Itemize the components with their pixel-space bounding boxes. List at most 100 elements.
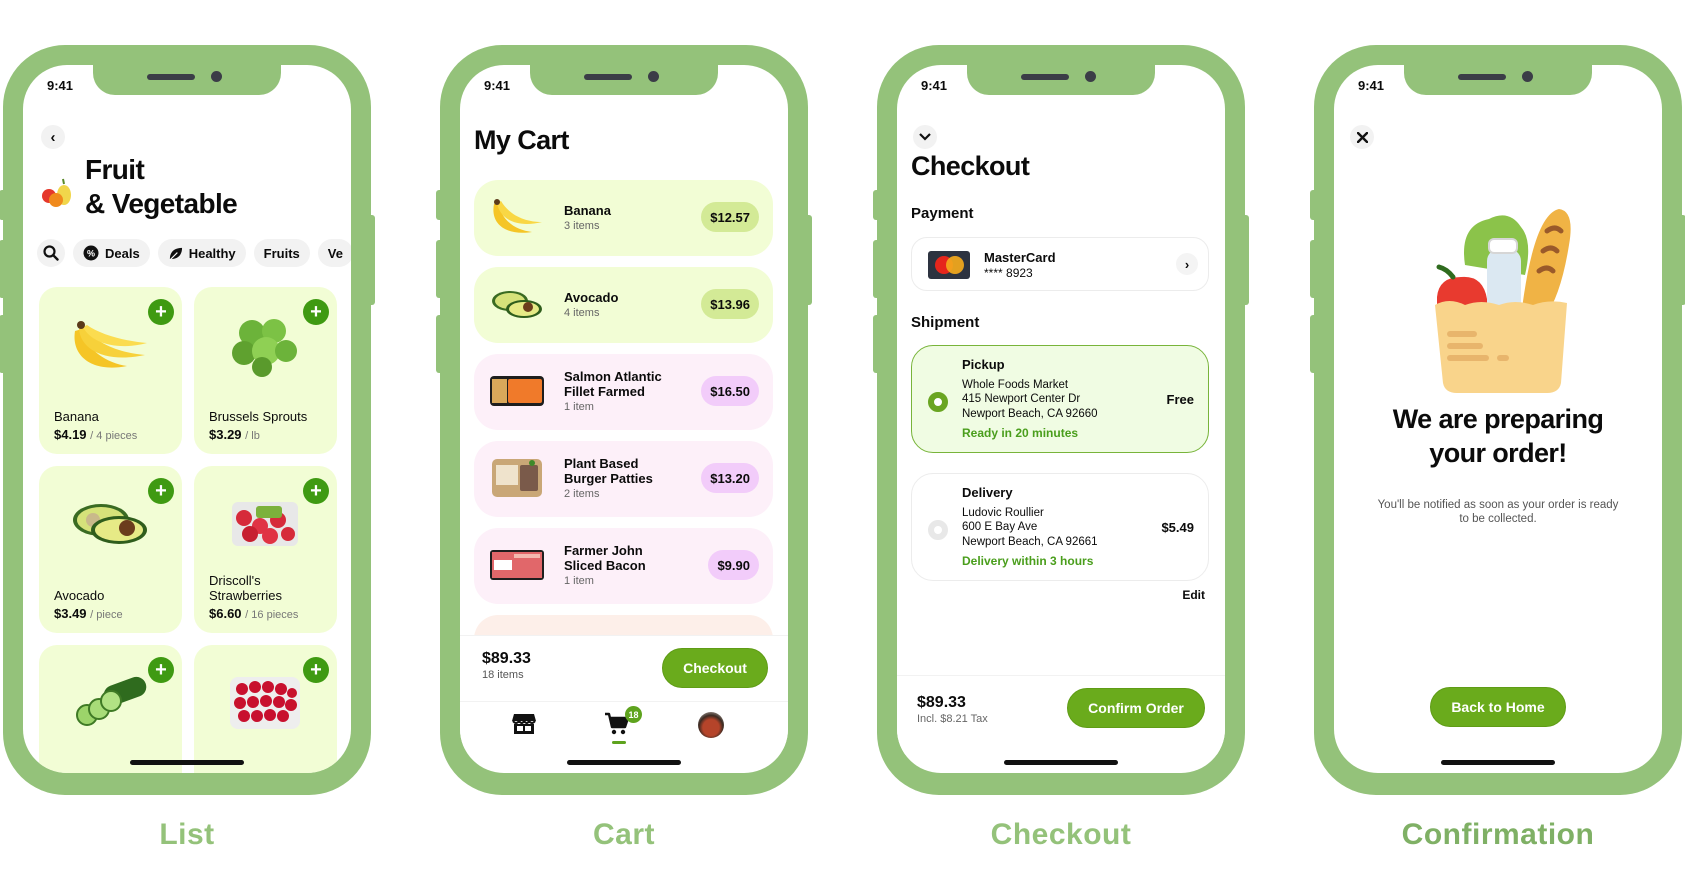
title-line-2: & Vegetable	[85, 188, 238, 219]
back-button[interactable]: ‹	[41, 125, 65, 149]
banana-thumbnail	[493, 199, 542, 233]
status-time: 9:41	[47, 78, 74, 93]
product-card[interactable]: + Avocado $3.49 / piece	[39, 466, 182, 633]
item-price: $16.50	[701, 376, 759, 406]
chip-label: Fruits	[263, 245, 300, 261]
item-qty: 2 items	[564, 488, 600, 500]
status-time: 9:41	[1358, 78, 1385, 93]
dismiss-button[interactable]	[913, 125, 937, 149]
option-line: 600 E Bay Ave	[962, 521, 1038, 533]
caption-cart: Cart	[592, 818, 655, 851]
chip-healthy[interactable]: Healthy	[157, 239, 246, 267]
cart-item[interactable]: Salmon Atlantic Fillet Farmed 1 item $16.…	[474, 354, 773, 430]
fruit-emoji-icon	[42, 178, 71, 207]
item-name: Banana	[564, 202, 611, 218]
product-name: Avocado	[54, 588, 105, 603]
cart-item-count: 18 items	[482, 669, 524, 681]
brussels-sprouts-image	[232, 319, 297, 377]
cart-item[interactable]: Banana 3 items $12.57	[474, 180, 773, 256]
list-screen: 9:41 ‹ Fruit & Vegetable % Deals Healthy…	[23, 65, 351, 773]
confirm-order-button[interactable]: Confirm Order	[1067, 688, 1205, 728]
option-line: 415 Newport Center Dr	[962, 393, 1081, 405]
phone-confirmation: 9:41 We are preparing your order! You'll…	[1310, 45, 1685, 795]
cart-item[interactable]: Farmer John Sliced Bacon 1 item $9.90	[474, 528, 773, 604]
product-price: $3.29 / lb	[209, 427, 260, 442]
product-price: $4.19 / 4 pieces	[54, 427, 138, 442]
status-time: 9:41	[921, 78, 948, 93]
notch	[530, 65, 718, 95]
edit-address-link[interactable]: Edit	[1182, 588, 1205, 602]
option-price: Free	[1166, 392, 1194, 407]
grocery-bag-illustration	[1435, 209, 1571, 393]
home-indicator	[567, 760, 681, 765]
home-indicator	[130, 760, 244, 765]
chevron-down-icon	[919, 133, 931, 141]
item-price: $13.20	[701, 463, 759, 493]
card-name: MasterCard	[984, 250, 1056, 265]
checkout-button[interactable]: Checkout	[662, 648, 768, 688]
page-title: Fruit & Vegetable	[85, 153, 238, 221]
payment-method[interactable]: MasterCard **** 8923 ›	[911, 237, 1209, 291]
chip-fruits[interactable]: Fruits	[253, 239, 310, 267]
order-total: $89.33	[917, 694, 966, 711]
status-time: 9:41	[484, 78, 511, 93]
avocado-thumbnail	[492, 291, 542, 318]
radio-selected[interactable]	[928, 392, 948, 412]
notch	[1404, 65, 1592, 95]
item-price: $12.57	[701, 202, 759, 232]
radio-unselected[interactable]	[928, 520, 948, 540]
notch	[967, 65, 1155, 95]
payment-label: Payment	[911, 205, 974, 222]
phone-cart: 9:41 My Cart Banana 3 items $12.57 Avocad…	[436, 45, 812, 795]
cart-item[interactable]: Avocado 4 items $13.96	[474, 267, 773, 343]
item-price: $13.96	[701, 289, 759, 319]
option-type: Pickup	[962, 357, 1005, 372]
burger-patties-thumbnail	[492, 459, 542, 497]
item-qty: 4 items	[564, 306, 600, 319]
product-name: Banana	[54, 409, 99, 424]
avocado-image	[73, 504, 147, 544]
item-qty: 1 item	[564, 401, 594, 413]
product-price: $6.60 / 16 pieces	[209, 606, 299, 621]
back-to-home-button[interactable]: Back to Home	[1430, 687, 1566, 727]
notch	[93, 65, 281, 95]
tab-cart[interactable]: 18	[604, 706, 642, 744]
phone-list: 9:41 ‹ Fruit & Vegetable % Deals Healthy…	[0, 45, 375, 795]
home-indicator	[1441, 760, 1555, 765]
item-name: Salmon Atlantic Fillet Farmed	[564, 369, 662, 399]
product-card[interactable]: +	[194, 645, 337, 773]
percent-badge-icon: %	[83, 245, 99, 261]
shipment-option-delivery[interactable]: Delivery Ludovic Roullier 600 E Bay Ave …	[911, 473, 1209, 581]
cart-item[interactable]: Plant Based Burger Patties 2 items $13.20	[474, 441, 773, 517]
title-line-1: We are preparing	[1392, 404, 1604, 434]
salmon-thumbnail	[490, 376, 544, 406]
cart-total: $89.33	[482, 650, 531, 667]
cart-screen: 9:41 My Cart Banana 3 items $12.57 Avocad…	[460, 65, 788, 773]
chip-vegetables[interactable]: Ve	[317, 239, 351, 267]
shipment-option-pickup[interactable]: Pickup Whole Foods Market 415 Newport Ce…	[911, 345, 1209, 453]
chevron-left-icon: ‹	[50, 128, 56, 146]
title-line-2: your order!	[1429, 438, 1567, 468]
product-card[interactable]: +	[39, 645, 182, 773]
product-card[interactable]: + Brussels Sprouts $3.29 / lb	[194, 287, 337, 454]
close-button[interactable]	[1350, 125, 1374, 149]
tab-profile[interactable]	[698, 712, 728, 738]
option-price: $5.49	[1161, 520, 1194, 535]
item-name: Farmer John Sliced Bacon	[564, 543, 646, 573]
svg-text:%: %	[87, 249, 95, 259]
search-chip[interactable]	[37, 239, 65, 267]
checkout-screen: 9:41 Checkout Payment MasterCard **** 89…	[897, 65, 1225, 773]
item-name: Plant Based Burger Patties	[564, 456, 653, 486]
chip-deals[interactable]: % Deals	[73, 239, 150, 267]
tab-store[interactable]	[511, 712, 541, 738]
shipment-label: Shipment	[911, 314, 980, 331]
storefront-icon	[512, 714, 536, 734]
product-card[interactable]: + Driscoll's Strawberries $6.60 / 16 pie…	[194, 466, 337, 633]
category-chips: % Deals Healthy Fruits Ve	[37, 239, 351, 267]
option-line: Newport Beach, CA 92660	[962, 407, 1098, 420]
product-card[interactable]: + Banana $4.19 / 4 pieces	[39, 287, 182, 454]
option-line: Whole Foods Market	[962, 378, 1069, 391]
cart-summary: $89.33 18 items Checkout	[460, 635, 788, 701]
home-indicator	[1004, 760, 1118, 765]
leaf-icon	[169, 247, 182, 260]
